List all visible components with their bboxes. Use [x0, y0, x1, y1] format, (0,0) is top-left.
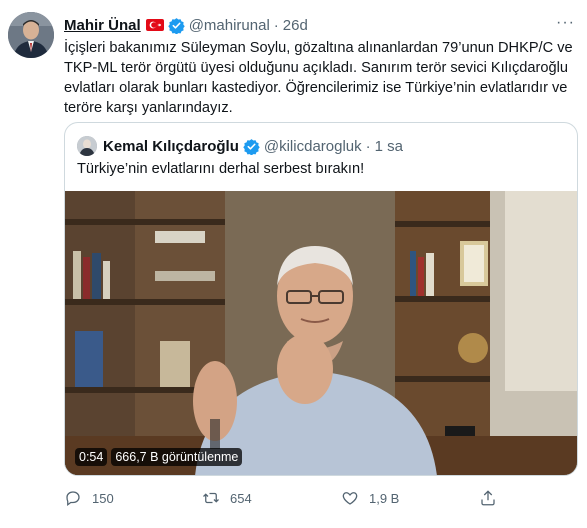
video-views: 666,7 B görüntülenme: [111, 448, 243, 466]
share-icon: [481, 490, 495, 506]
quoted-author-avatar[interactable]: [77, 136, 97, 156]
video-thumbnail: [65, 191, 577, 475]
separator-dot: ·: [273, 16, 279, 34]
video-badges: 0:54 666,7 B görüntülenme: [75, 448, 243, 466]
reply-icon: [66, 491, 80, 507]
tweet-actions: 150 654 1,9 B: [64, 488, 544, 508]
quoted-tweet-header: Kemal Kılıçdaroğlu @kilicdarogluk · 1 sa: [77, 135, 403, 157]
reply-count: 150: [92, 490, 114, 506]
video-player[interactable]: 0:54 666,7 B görüntülenme: [65, 191, 577, 475]
verified-badge-icon: [243, 138, 260, 155]
author-name[interactable]: Mahir Ünal: [64, 17, 141, 34]
quoted-author-handle[interactable]: @kilicdarogluk: [264, 138, 362, 155]
quoted-timestamp[interactable]: 1 sa: [375, 138, 403, 155]
video-duration: 0:54: [75, 448, 108, 466]
tweet-text: İçişleri bakanımız Süleyman Soylu, gözal…: [64, 40, 573, 116]
author-handle[interactable]: @mahirunal: [189, 17, 270, 34]
quoted-tweet[interactable]: Kemal Kılıçdaroğlu @kilicdarogluk · 1 sa…: [64, 122, 578, 476]
turkish-flag-icon: [145, 19, 164, 31]
more-icon[interactable]: ···: [556, 14, 575, 32]
retweet-button[interactable]: 654: [202, 489, 341, 507]
reply-button[interactable]: 150: [64, 489, 202, 507]
tweet[interactable]: Mahir Ünal @mahirunal · 26d ··· İçişleri…: [0, 0, 587, 528]
like-icon: [342, 492, 358, 505]
share-button[interactable]: [479, 489, 519, 507]
tweet-header: Mahir Ünal @mahirunal · 26d: [64, 14, 575, 36]
retweet-icon: [203, 492, 219, 504]
quoted-author-name[interactable]: Kemal Kılıçdaroğlu: [103, 138, 239, 155]
verified-badge-icon: [167, 17, 185, 34]
quoted-tweet-text: Türkiye’nin evlatlarını derhal serbest b…: [77, 161, 365, 177]
tweet-timestamp[interactable]: 26d: [283, 17, 308, 34]
like-count: 1,9 B: [369, 490, 400, 506]
separator-dot: ·: [365, 137, 371, 155]
retweet-count: 654: [230, 490, 252, 506]
like-button[interactable]: 1,9 B: [341, 489, 479, 507]
author-avatar[interactable]: [8, 12, 54, 58]
